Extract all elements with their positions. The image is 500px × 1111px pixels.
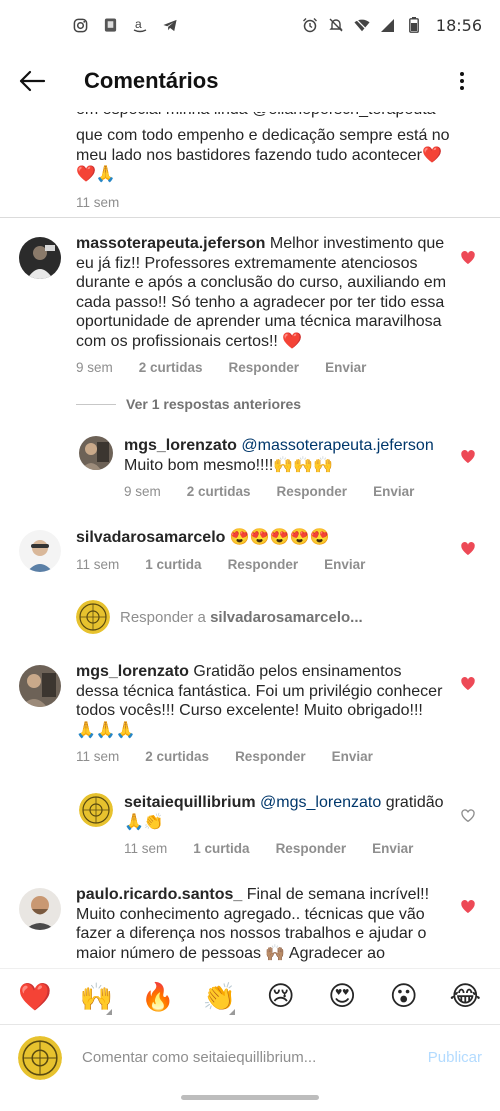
- comment-time: 11 sem: [76, 556, 120, 572]
- caption-text: que com todo empenho e dedicação sempre …: [76, 127, 450, 164]
- phone-app-icon: [102, 17, 118, 33]
- comment-time: 9 sem: [76, 360, 113, 375]
- avatar: [76, 600, 110, 634]
- status-right-icons: 18:56: [302, 16, 482, 35]
- comment-time: 11 sem: [76, 749, 120, 764]
- telegram-icon: [162, 17, 178, 33]
- comment-username[interactable]: massoterapeuta.jeferson: [76, 235, 265, 252]
- comment-composer: Publicar: [0, 1024, 500, 1090]
- heart-outline-icon[interactable]: [460, 808, 476, 824]
- comment-text: paulo.ricardo.santos_ Final de semana in…: [76, 886, 430, 962]
- status-bar: a 18:56: [0, 0, 500, 50]
- comment-text: seitaiequillibrium @mgs_lorenzato gratid…: [124, 794, 444, 831]
- emoji-laugh-button[interactable]: 😂: [445, 981, 485, 1012]
- caption-emoji: ❤️🙏: [76, 166, 116, 183]
- comment-meta: 11 sem 1 curtida Responder Enviar: [76, 557, 446, 572]
- avatar[interactable]: [19, 237, 61, 279]
- instagram-icon: [72, 17, 88, 33]
- skin-tone-indicator: [106, 1008, 113, 1015]
- reply-button[interactable]: Responder: [276, 841, 347, 856]
- page-title: Comentários: [84, 68, 219, 93]
- status-time: 18:56: [435, 15, 482, 35]
- comment-meta: 11 sem 2 curtidas Responder Enviar: [76, 749, 446, 764]
- battery-icon: [406, 17, 422, 33]
- emoji-heart-eyes-button[interactable]: 😍: [322, 981, 362, 1012]
- reply-button[interactable]: Responder: [229, 360, 300, 375]
- amazon-icon: a: [132, 17, 148, 33]
- svg-text:a: a: [135, 17, 142, 31]
- alarm-icon: [302, 17, 318, 33]
- comment-time: 11 sem: [124, 841, 168, 856]
- heart-filled-icon[interactable]: [460, 449, 476, 465]
- app-header: Comentários: [0, 50, 500, 112]
- mute-icon: [328, 17, 344, 33]
- comment-username[interactable]: mgs_lorenzato: [76, 663, 189, 680]
- likes-count[interactable]: 1 curtida: [145, 557, 201, 572]
- caption-time: 11 sem: [76, 194, 120, 210]
- comment-meta: 11 sem 1 curtida Responder Enviar: [124, 841, 444, 856]
- status-left-icons: a: [72, 17, 178, 33]
- skin-tone-indicator: [229, 1008, 236, 1015]
- emoji-fire-button[interactable]: 🔥: [138, 981, 178, 1013]
- mention-link[interactable]: @massoterapeuta.jeferson: [241, 437, 433, 454]
- heart-filled-icon[interactable]: [460, 541, 476, 557]
- emoji-surprised-button[interactable]: 😮: [384, 981, 424, 1012]
- wifi-icon: [354, 17, 370, 33]
- more-vertical-icon: [460, 72, 464, 90]
- comment-username[interactable]: mgs_lorenzato: [124, 437, 237, 454]
- reply-button[interactable]: Responder: [277, 484, 348, 499]
- signal-icon: [380, 17, 396, 33]
- heart-filled-icon[interactable]: [460, 676, 476, 692]
- avatar[interactable]: [19, 888, 61, 930]
- avatar[interactable]: [79, 793, 113, 827]
- heart-filled-icon[interactable]: [460, 250, 476, 266]
- comment-time: 9 sem: [124, 484, 161, 499]
- send-button[interactable]: Enviar: [325, 360, 366, 375]
- comment-username[interactable]: silvadarosamarcelo: [76, 529, 225, 546]
- send-button[interactable]: Enviar: [324, 557, 365, 572]
- divider: [0, 217, 500, 218]
- likes-count[interactable]: 2 curtidas: [145, 749, 209, 764]
- arrow-left-icon: [19, 70, 46, 92]
- likes-count[interactable]: 2 curtidas: [187, 484, 251, 499]
- likes-count[interactable]: 2 curtidas: [139, 360, 203, 375]
- comment-username[interactable]: seitaiequillibrium: [124, 794, 256, 811]
- likes-count[interactable]: 1 curtida: [193, 841, 249, 856]
- comment-text: silvadarosamarcelo 😍😍😍😍😍: [76, 529, 330, 546]
- comment-meta: 9 sem 2 curtidas Responder Enviar: [124, 484, 444, 499]
- emoji-cry-button[interactable]: 😢: [261, 981, 301, 1012]
- emoji-clap-button[interactable]: 👏: [199, 981, 239, 1015]
- send-button[interactable]: Enviar: [372, 841, 413, 856]
- view-previous-replies[interactable]: Ver 1 respostas anteriores: [76, 396, 301, 412]
- comments-list[interactable]: em especial minha linda @elianeporsch_te…: [0, 100, 500, 968]
- comment-username[interactable]: paulo.ricardo.santos_: [76, 886, 242, 903]
- avatar[interactable]: [19, 665, 61, 707]
- gesture-nav-handle[interactable]: [181, 1095, 319, 1100]
- send-button[interactable]: Enviar: [373, 484, 414, 499]
- emoji-raised-hands-button[interactable]: 🙌: [76, 981, 116, 1015]
- comment-input[interactable]: [82, 1049, 402, 1066]
- mention-link[interactable]: @mgs_lorenzato: [260, 794, 381, 811]
- reply-prompt[interactable]: Responder a silvadarosamarcelo...: [76, 600, 363, 634]
- current-user-avatar: [18, 1035, 62, 1080]
- more-options-button[interactable]: [438, 57, 486, 105]
- emoji-heart-button[interactable]: ❤️: [15, 981, 55, 1013]
- comment-text: mgs_lorenzato Gratidão pelos ensinamento…: [76, 663, 443, 739]
- caption-meta: 11 sem: [76, 195, 466, 210]
- heart-filled-icon[interactable]: [460, 899, 476, 915]
- comment-text: massoterapeuta.jeferson Melhor investime…: [76, 235, 447, 350]
- caption: em especial minha linda @elianeporsch_te…: [76, 106, 466, 210]
- comment-meta: 9 sem 2 curtidas Responder Enviar: [76, 360, 446, 375]
- quick-emoji-bar: ❤️ 🙌 🔥 👏 😢 😍 😮 😂: [0, 968, 500, 1024]
- avatar[interactable]: [19, 530, 61, 572]
- comment-text: mgs_lorenzato @massoterapeuta.jeferson M…: [124, 437, 434, 474]
- back-button[interactable]: [0, 50, 64, 112]
- reply-button[interactable]: Responder: [235, 749, 306, 764]
- post-button[interactable]: Publicar: [428, 1049, 482, 1066]
- send-button[interactable]: Enviar: [332, 749, 373, 764]
- reply-button[interactable]: Responder: [228, 557, 299, 572]
- avatar[interactable]: [79, 436, 113, 470]
